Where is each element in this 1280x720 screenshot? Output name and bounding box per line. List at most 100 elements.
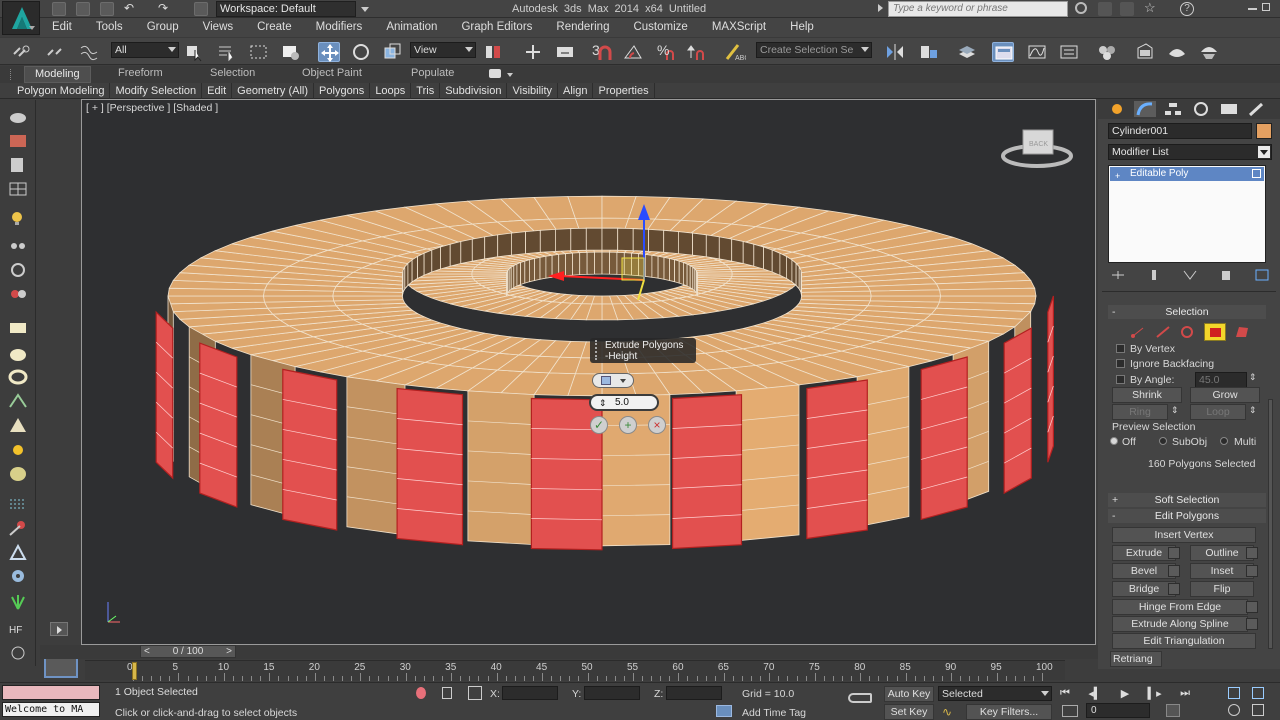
panel-polygons[interactable]: Polygons (314, 82, 371, 99)
panel-edit[interactable]: Edit (202, 82, 233, 99)
percent-snap-icon[interactable]: % (654, 42, 676, 62)
ignore-backfacing-checkbox[interactable] (1116, 359, 1125, 368)
bridge-settings-button[interactable] (1168, 583, 1180, 595)
toolbar-expand-button[interactable] (50, 622, 68, 636)
redo-icon[interactable]: ↷ (158, 1, 168, 15)
gear-mesh-viewport[interactable] (82, 100, 1096, 645)
motion-tab-icon[interactable] (1190, 101, 1212, 117)
curve-editor-icon[interactable] (1026, 42, 1048, 62)
panel-align[interactable]: Align (558, 82, 594, 99)
unlink-icon[interactable] (44, 42, 66, 62)
manage-layers-icon[interactable] (956, 42, 978, 62)
box-icon[interactable] (8, 320, 28, 336)
auto-key-button[interactable]: Auto Key (884, 686, 934, 702)
snaps-toggle-icon[interactable]: 3 (590, 42, 612, 62)
current-frame-field[interactable]: 0 (1086, 703, 1150, 718)
edit-triangulation-button[interactable]: Edit Triangulation (1112, 633, 1256, 649)
previous-frame-icon[interactable]: ◂▍ (1088, 687, 1102, 700)
tab-object-paint[interactable]: Object Paint (302, 67, 362, 79)
search-input[interactable]: Type a keyword or phrase (888, 1, 1068, 17)
edge-level-icon[interactable] (1155, 325, 1171, 339)
select-and-move-icon[interactable] (318, 42, 340, 62)
play-icon[interactable]: ▶ (1121, 687, 1129, 700)
edit-polygons-rollout-header[interactable]: - Edit Polygons (1108, 509, 1266, 523)
ring-spinner-icon[interactable]: ⇕ (1171, 405, 1179, 416)
sun-light-icon[interactable] (8, 442, 28, 458)
y-coord-field[interactable] (584, 686, 640, 700)
lightbulb-icon[interactable] (8, 210, 28, 226)
ribbon-minimize-icon[interactable] (489, 69, 501, 78)
zoom-extents-all-icon[interactable] (1252, 687, 1264, 699)
display-tab-icon[interactable] (1218, 101, 1240, 117)
soft-selection-rollout-header[interactable]: + Soft Selection (1108, 493, 1266, 507)
preview-multi-radio[interactable] (1220, 437, 1228, 445)
modifier-list-dropdown[interactable]: Modifier List (1108, 144, 1272, 160)
foliage-icon[interactable] (8, 594, 28, 610)
tab-populate[interactable]: Populate (411, 67, 454, 79)
panel-visibility[interactable]: Visibility (507, 82, 559, 99)
set-key-button[interactable]: Set Key (884, 704, 934, 720)
graphite-icon[interactable] (8, 108, 28, 124)
bridge-button[interactable]: Bridge (1112, 581, 1176, 597)
subscription-icon[interactable] (1098, 2, 1112, 16)
grow-button[interactable]: Grow (1190, 387, 1260, 403)
modifier-stack-list[interactable]: + Editable Poly (1108, 165, 1266, 263)
workspace-dropdown[interactable]: Workspace: Default (216, 1, 369, 17)
tab-selection[interactable]: Selection (210, 67, 255, 79)
go-to-start-icon[interactable]: ⏮ (1060, 687, 1070, 700)
pin-stack-icon[interactable] (1110, 269, 1126, 281)
mental-ray-icon[interactable] (8, 645, 28, 661)
dynamics-icon[interactable] (8, 520, 28, 536)
help-icon[interactable]: ? (1180, 2, 1194, 16)
menu-animation[interactable]: Animation (374, 18, 449, 37)
show-end-result-icon[interactable] (1146, 269, 1162, 281)
retriangulate-button[interactable]: Retriang (1110, 651, 1162, 667)
ribbon-grip-icon[interactable] (10, 69, 12, 80)
border-level-icon[interactable] (1179, 325, 1195, 339)
sphere-icon[interactable] (8, 345, 28, 361)
time-tag-icon[interactable] (716, 705, 732, 717)
preview-off-radio[interactable] (1110, 437, 1118, 445)
outline-button[interactable]: Outline (1190, 545, 1254, 561)
time-slider-thumb[interactable]: < 0 / 100 > (140, 645, 236, 658)
gear-icon[interactable] (8, 568, 28, 584)
select-by-name-icon[interactable] (216, 42, 238, 62)
slider-right-arrow-icon[interactable]: > (226, 646, 232, 657)
graphite-ribbon-toggle-icon[interactable] (992, 42, 1014, 62)
plant-icon[interactable] (8, 393, 28, 409)
shrink-button[interactable]: Shrink (1112, 387, 1182, 403)
modify-tab-icon[interactable] (1134, 101, 1156, 117)
mirror-icon[interactable] (884, 42, 906, 62)
panel-polygon-modeling[interactable]: Polygon Modeling (12, 82, 111, 99)
preview-subobj-radio[interactable] (1159, 437, 1167, 445)
search-icon[interactable] (1075, 2, 1087, 14)
add-time-tag-button[interactable]: Add Time Tag (742, 707, 806, 719)
by-vertex-checkbox[interactable] (1116, 344, 1125, 353)
orbit-icon[interactable] (1228, 704, 1240, 716)
panel-modify-selection[interactable]: Modify Selection (110, 82, 203, 99)
key-filters-button[interactable]: Key Filters... (966, 704, 1052, 720)
angle-snap-icon[interactable] (622, 42, 644, 62)
menu-maxscript[interactable]: MAXScript (700, 18, 778, 37)
particle-icon[interactable] (8, 496, 28, 512)
geosphere-icon[interactable] (8, 466, 28, 482)
key-icon[interactable] (848, 693, 872, 703)
link-icon[interactable] (10, 42, 32, 62)
menu-views[interactable]: Views (191, 18, 245, 37)
select-and-scale-icon[interactable] (382, 42, 404, 62)
cone-icon[interactable] (8, 417, 28, 433)
caddy-apply-button[interactable]: + (619, 416, 637, 434)
panel-subdivision[interactable]: Subdivision (440, 82, 508, 99)
sound-icon[interactable] (8, 262, 28, 278)
panel-tris[interactable]: Tris (411, 82, 441, 99)
material-editor-icon[interactable] (1096, 42, 1118, 62)
align-icon[interactable] (918, 42, 940, 62)
app-menu-button[interactable] (2, 1, 40, 35)
maximize-icon[interactable] (1262, 3, 1270, 11)
favorites-star-icon[interactable]: ☆ (1144, 0, 1156, 16)
next-frame-icon[interactable]: ▍▸ (1148, 687, 1162, 700)
panel-loops[interactable]: Loops (370, 82, 412, 99)
selection-rollout-header[interactable]: - Selection (1108, 305, 1266, 319)
extrude-type-dropdown[interactable] (592, 373, 634, 388)
spinner-snap-icon[interactable] (686, 42, 708, 62)
